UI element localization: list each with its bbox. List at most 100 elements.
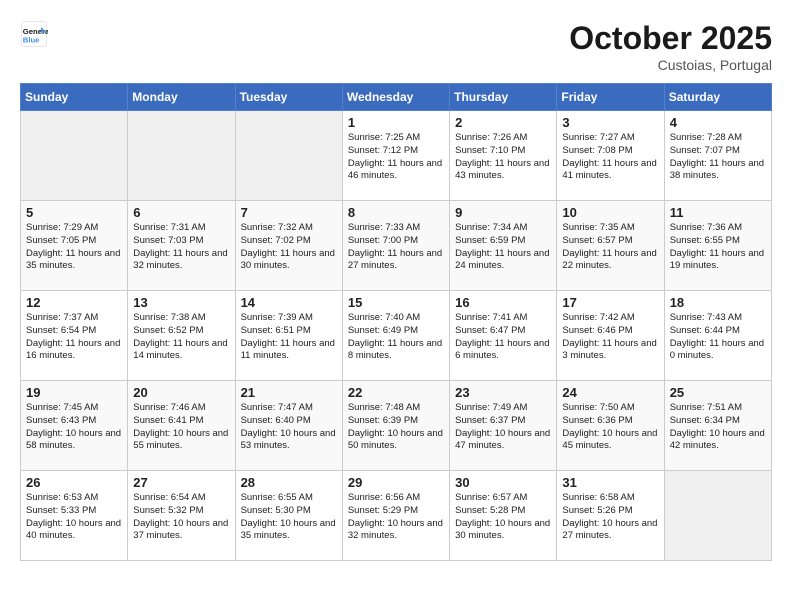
day-number: 22 [348, 385, 444, 400]
weekday-header-sunday: Sunday [21, 84, 128, 111]
daylight: Daylight: 11 hours and 32 minutes. [133, 248, 227, 272]
sunset: Sunset: 5:28 PM [455, 505, 525, 516]
day-info: Sunrise: 7:50 AM Sunset: 6:36 PM Dayligh… [562, 402, 658, 453]
daylight: Daylight: 11 hours and 6 minutes. [455, 338, 549, 362]
sunrise: Sunrise: 7:51 AM [670, 402, 742, 413]
weekday-header-row: SundayMondayTuesdayWednesdayThursdayFrid… [21, 84, 772, 111]
sunset: Sunset: 7:02 PM [241, 235, 311, 246]
daylight: Daylight: 11 hours and 35 minutes. [26, 248, 120, 272]
sunset: Sunset: 6:47 PM [455, 325, 525, 336]
sunset: Sunset: 7:08 PM [562, 145, 632, 156]
sunset: Sunset: 6:40 PM [241, 415, 311, 426]
sunrise: Sunrise: 7:34 AM [455, 222, 527, 233]
daylight: Daylight: 10 hours and 35 minutes. [241, 518, 336, 542]
sunrise: Sunrise: 7:25 AM [348, 132, 420, 143]
sunrise: Sunrise: 7:42 AM [562, 312, 634, 323]
day-number: 12 [26, 295, 122, 310]
sunrise: Sunrise: 7:39 AM [241, 312, 313, 323]
logo: General Blue [20, 20, 48, 48]
sunset: Sunset: 6:54 PM [26, 325, 96, 336]
day-info: Sunrise: 6:58 AM Sunset: 5:26 PM Dayligh… [562, 492, 658, 543]
calendar-cell: 5 Sunrise: 7:29 AM Sunset: 7:05 PM Dayli… [21, 201, 128, 291]
calendar-cell: 20 Sunrise: 7:46 AM Sunset: 6:41 PM Dayl… [128, 381, 235, 471]
sunset: Sunset: 6:52 PM [133, 325, 203, 336]
sunrise: Sunrise: 7:27 AM [562, 132, 634, 143]
calendar-cell: 11 Sunrise: 7:36 AM Sunset: 6:55 PM Dayl… [664, 201, 771, 291]
day-number: 27 [133, 475, 229, 490]
day-info: Sunrise: 7:41 AM Sunset: 6:47 PM Dayligh… [455, 312, 551, 363]
location: Custoias, Portugal [569, 57, 772, 73]
day-info: Sunrise: 7:40 AM Sunset: 6:49 PM Dayligh… [348, 312, 444, 363]
daylight: Daylight: 10 hours and 55 minutes. [133, 428, 228, 452]
day-info: Sunrise: 7:35 AM Sunset: 6:57 PM Dayligh… [562, 222, 658, 273]
day-info: Sunrise: 7:32 AM Sunset: 7:02 PM Dayligh… [241, 222, 337, 273]
sunrise: Sunrise: 7:33 AM [348, 222, 420, 233]
daylight: Daylight: 11 hours and 11 minutes. [241, 338, 335, 362]
sunset: Sunset: 6:59 PM [455, 235, 525, 246]
day-info: Sunrise: 7:49 AM Sunset: 6:37 PM Dayligh… [455, 402, 551, 453]
sunrise: Sunrise: 7:48 AM [348, 402, 420, 413]
day-info: Sunrise: 7:48 AM Sunset: 6:39 PM Dayligh… [348, 402, 444, 453]
daylight: Daylight: 10 hours and 50 minutes. [348, 428, 443, 452]
sunrise: Sunrise: 7:37 AM [26, 312, 98, 323]
weekday-header-monday: Monday [128, 84, 235, 111]
daylight: Daylight: 11 hours and 46 minutes. [348, 158, 442, 182]
day-number: 4 [670, 115, 766, 130]
calendar-cell: 2 Sunrise: 7:26 AM Sunset: 7:10 PM Dayli… [450, 111, 557, 201]
week-row-1: 1 Sunrise: 7:25 AM Sunset: 7:12 PM Dayli… [21, 111, 772, 201]
daylight: Daylight: 10 hours and 42 minutes. [670, 428, 765, 452]
day-number: 5 [26, 205, 122, 220]
sunset: Sunset: 6:51 PM [241, 325, 311, 336]
day-info: Sunrise: 7:26 AM Sunset: 7:10 PM Dayligh… [455, 132, 551, 183]
weekday-header-tuesday: Tuesday [235, 84, 342, 111]
sunset: Sunset: 6:34 PM [670, 415, 740, 426]
sunset: Sunset: 5:26 PM [562, 505, 632, 516]
daylight: Daylight: 10 hours and 40 minutes. [26, 518, 121, 542]
week-row-4: 19 Sunrise: 7:45 AM Sunset: 6:43 PM Dayl… [21, 381, 772, 471]
sunrise: Sunrise: 7:49 AM [455, 402, 527, 413]
day-number: 10 [562, 205, 658, 220]
day-number: 7 [241, 205, 337, 220]
calendar-cell: 13 Sunrise: 7:38 AM Sunset: 6:52 PM Dayl… [128, 291, 235, 381]
day-number: 19 [26, 385, 122, 400]
sunrise: Sunrise: 7:50 AM [562, 402, 634, 413]
week-row-2: 5 Sunrise: 7:29 AM Sunset: 7:05 PM Dayli… [21, 201, 772, 291]
sunset: Sunset: 7:00 PM [348, 235, 418, 246]
daylight: Daylight: 11 hours and 8 minutes. [348, 338, 442, 362]
sunrise: Sunrise: 7:43 AM [670, 312, 742, 323]
day-info: Sunrise: 7:33 AM Sunset: 7:00 PM Dayligh… [348, 222, 444, 273]
day-info: Sunrise: 6:57 AM Sunset: 5:28 PM Dayligh… [455, 492, 551, 543]
sunset: Sunset: 6:46 PM [562, 325, 632, 336]
day-info: Sunrise: 7:43 AM Sunset: 6:44 PM Dayligh… [670, 312, 766, 363]
weekday-header-saturday: Saturday [664, 84, 771, 111]
day-number: 30 [455, 475, 551, 490]
day-number: 25 [670, 385, 766, 400]
sunset: Sunset: 6:57 PM [562, 235, 632, 246]
calendar-cell: 31 Sunrise: 6:58 AM Sunset: 5:26 PM Dayl… [557, 471, 664, 561]
day-number: 9 [455, 205, 551, 220]
day-info: Sunrise: 7:25 AM Sunset: 7:12 PM Dayligh… [348, 132, 444, 183]
calendar-cell: 16 Sunrise: 7:41 AM Sunset: 6:47 PM Dayl… [450, 291, 557, 381]
calendar-cell [128, 111, 235, 201]
daylight: Daylight: 11 hours and 24 minutes. [455, 248, 549, 272]
day-info: Sunrise: 7:46 AM Sunset: 6:41 PM Dayligh… [133, 402, 229, 453]
day-number: 14 [241, 295, 337, 310]
sunset: Sunset: 6:41 PM [133, 415, 203, 426]
calendar-cell: 10 Sunrise: 7:35 AM Sunset: 6:57 PM Dayl… [557, 201, 664, 291]
sunset: Sunset: 5:30 PM [241, 505, 311, 516]
daylight: Daylight: 11 hours and 27 minutes. [348, 248, 442, 272]
daylight: Daylight: 10 hours and 53 minutes. [241, 428, 336, 452]
calendar-cell [21, 111, 128, 201]
calendar-cell: 28 Sunrise: 6:55 AM Sunset: 5:30 PM Dayl… [235, 471, 342, 561]
day-number: 1 [348, 115, 444, 130]
day-number: 29 [348, 475, 444, 490]
daylight: Daylight: 11 hours and 19 minutes. [670, 248, 764, 272]
daylight: Daylight: 11 hours and 3 minutes. [562, 338, 656, 362]
day-info: Sunrise: 6:55 AM Sunset: 5:30 PM Dayligh… [241, 492, 337, 543]
sunrise: Sunrise: 7:35 AM [562, 222, 634, 233]
month-title: October 2025 [569, 20, 772, 57]
sunset: Sunset: 7:12 PM [348, 145, 418, 156]
day-info: Sunrise: 7:38 AM Sunset: 6:52 PM Dayligh… [133, 312, 229, 363]
daylight: Daylight: 11 hours and 30 minutes. [241, 248, 335, 272]
day-number: 11 [670, 205, 766, 220]
